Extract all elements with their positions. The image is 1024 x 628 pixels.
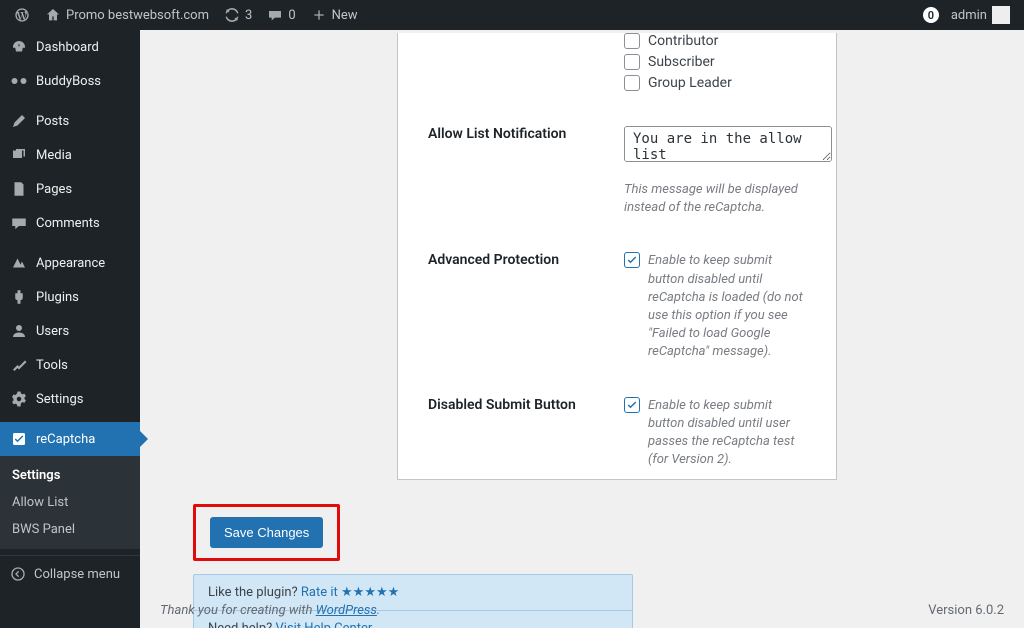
row-allow-list-notification: Allow List Notification This message wil… (428, 126, 806, 217)
role-label: Subscriber (648, 54, 715, 70)
field-description: Enable to keep submit button disabled un… (648, 252, 806, 361)
sidebar-item-users[interactable]: Users (0, 314, 140, 348)
avatar (992, 6, 1010, 24)
site-link[interactable]: Promo bestwebsoft.com (39, 0, 215, 30)
site-name: Promo bestwebsoft.com (66, 8, 209, 23)
footer-text: Thank you for creating with (160, 603, 316, 618)
field-description: Enable to keep submit button disabled un… (648, 397, 806, 470)
sidebar-item-label: Appearance (36, 256, 105, 271)
disabled-submit-checkbox[interactable] (624, 397, 640, 413)
sidebar-item-label: Media (36, 148, 72, 163)
sidebar-item-posts[interactable]: Posts (0, 104, 140, 138)
notification-badge[interactable]: 0 (923, 7, 939, 23)
sidebar-item-label: Settings (36, 392, 83, 407)
sidebar-item-label: reCaptcha (36, 432, 95, 447)
main-content: Contributor Subscriber Group Leader Allo… (140, 30, 1024, 628)
sidebar-item-comments[interactable]: Comments (0, 206, 140, 240)
field-label: Advanced Protection (428, 252, 624, 268)
row-advanced-protection: Advanced Protection Enable to keep submi… (428, 252, 806, 361)
save-highlight: Save Changes (193, 504, 340, 561)
sidebar-item-recaptcha[interactable]: reCaptcha (0, 422, 140, 456)
user-menu[interactable]: admin (945, 0, 1016, 30)
role-label: Group Leader (648, 75, 732, 91)
sidebar-item-label: Posts (36, 114, 69, 129)
role-option-subscriber[interactable]: Subscriber (624, 54, 806, 70)
sidebar-item-label: Dashboard (36, 40, 99, 55)
new-link[interactable]: New (305, 0, 364, 30)
advanced-protection-checkbox[interactable] (624, 252, 640, 268)
wp-logo-icon[interactable] (8, 0, 36, 30)
updates-link[interactable]: 3 (218, 0, 258, 30)
collapse-menu-label: Collapse menu (34, 567, 120, 582)
comments-link[interactable]: 0 (261, 0, 301, 30)
sidebar-item-pages[interactable]: Pages (0, 172, 140, 206)
admin-bar: Promo bestwebsoft.com 3 0 New 0 admin (0, 0, 1024, 30)
sidebar-item-plugins[interactable]: Plugins (0, 280, 140, 314)
comments-count: 0 (288, 8, 295, 23)
sidebar-item-tools[interactable]: Tools (0, 348, 140, 382)
sidebar-item-label: BuddyBoss (36, 74, 101, 89)
collapse-menu-button[interactable]: Collapse menu (0, 555, 140, 592)
sidebar-item-label: Users (36, 324, 69, 339)
submenu-allow-list[interactable]: Allow List (0, 489, 140, 516)
sidebar-item-media[interactable]: Media (0, 138, 140, 172)
sidebar-item-appearance[interactable]: Appearance (0, 246, 140, 280)
admin-sidebar: Dashboard BuddyBoss Posts Media Pages Co… (0, 30, 140, 628)
settings-panel: Contributor Subscriber Group Leader Allo… (397, 33, 837, 480)
sidebar-item-settings[interactable]: Settings (0, 382, 140, 416)
updates-count: 3 (245, 8, 252, 23)
wordpress-link[interactable]: WordPress (316, 603, 377, 618)
sidebar-item-label: Tools (36, 358, 68, 373)
sidebar-item-label: Plugins (36, 290, 79, 305)
sidebar-item-dashboard[interactable]: Dashboard (0, 30, 140, 64)
sidebar-item-buddyboss[interactable]: BuddyBoss (0, 64, 140, 98)
checkbox[interactable] (624, 75, 640, 91)
role-option-contributor[interactable]: Contributor (624, 33, 806, 49)
role-label: Contributor (648, 33, 718, 49)
role-option-group-leader[interactable]: Group Leader (624, 75, 806, 91)
submenu-settings[interactable]: Settings (0, 462, 140, 489)
save-changes-button[interactable]: Save Changes (210, 517, 323, 548)
sidebar-submenu: Settings Allow List BWS Panel (0, 456, 140, 549)
row-disabled-submit: Disabled Submit Button Enable to keep su… (428, 397, 806, 470)
allow-list-textarea[interactable] (624, 126, 832, 162)
footer-text: . (377, 603, 380, 618)
checkbox[interactable] (624, 54, 640, 70)
username: admin (951, 8, 987, 23)
field-label: Allow List Notification (428, 126, 624, 142)
version-text: Version 6.0.2 (928, 603, 1004, 618)
sidebar-item-label: Pages (36, 182, 72, 197)
submenu-bws-panel[interactable]: BWS Panel (0, 516, 140, 543)
checkbox[interactable] (624, 33, 640, 49)
field-description: This message will be displayed instead o… (624, 181, 832, 217)
field-label: Disabled Submit Button (428, 397, 624, 413)
footer: Thank you for creating with WordPress. V… (140, 593, 1024, 628)
sidebar-item-label: Comments (36, 216, 100, 231)
new-label: New (332, 8, 358, 23)
